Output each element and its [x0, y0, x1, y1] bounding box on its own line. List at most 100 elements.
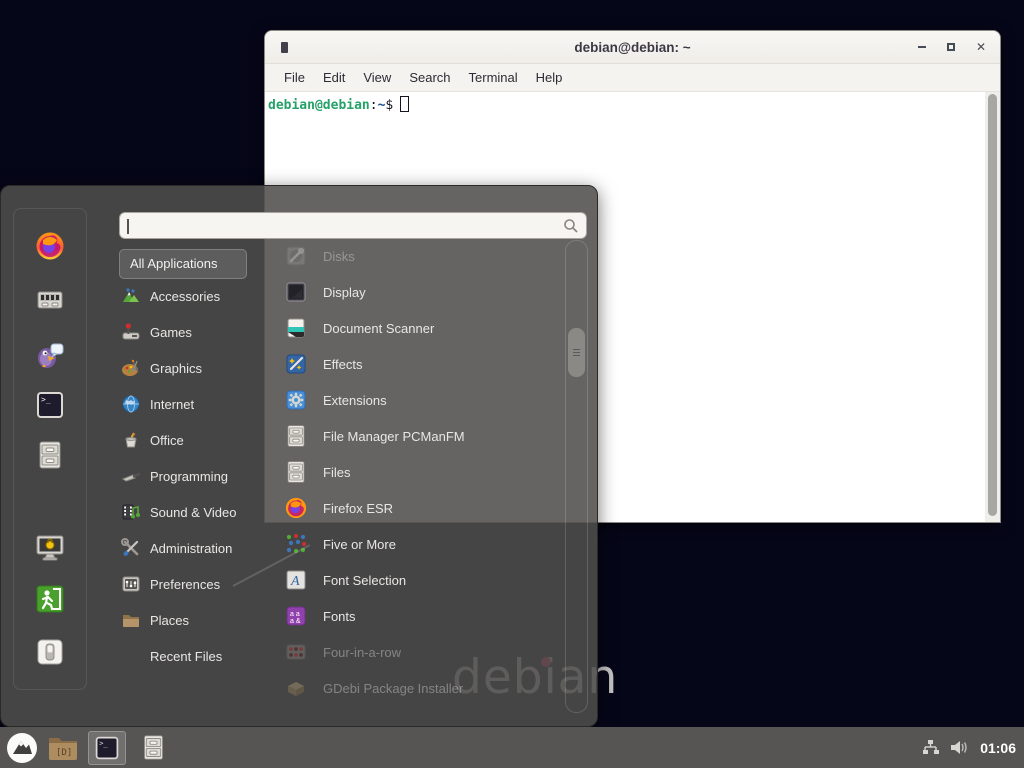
firefox-icon[interactable]	[34, 230, 66, 267]
category-games[interactable]: Games	[119, 314, 283, 350]
terminal-task[interactable]: >_	[88, 731, 126, 765]
app-label: Firefox ESR	[323, 501, 393, 516]
category-label: Internet	[150, 397, 194, 412]
svg-text:>_: >_	[99, 739, 108, 747]
administration-icon	[121, 538, 141, 558]
app-files[interactable]: Files	[284, 454, 556, 490]
app-label: File Manager PCManFM	[323, 429, 465, 444]
menu-help[interactable]: Help	[527, 70, 572, 85]
menu-file[interactable]: File	[275, 70, 314, 85]
document-scanner-icon	[284, 316, 308, 340]
menu-terminal[interactable]: Terminal	[460, 70, 527, 85]
category-administration[interactable]: Administration	[119, 530, 283, 566]
app-document-scanner[interactable]: Document Scanner	[284, 310, 556, 346]
menu-view[interactable]: View	[354, 70, 400, 85]
mixer-icon[interactable]	[35, 285, 65, 320]
svg-text:[D]: [D]	[56, 748, 72, 758]
category-label: Graphics	[150, 361, 202, 376]
category-recent-files[interactable]: Recent Files	[119, 638, 283, 674]
category-label: Places	[150, 613, 189, 628]
terminal-window-title: debian@debian: ~	[265, 40, 1000, 55]
games-icon	[121, 322, 141, 342]
programming-icon	[121, 466, 141, 486]
terminal-scrollbar[interactable]	[985, 92, 1000, 522]
terminal-icon[interactable]: >_	[35, 390, 65, 425]
search-box	[119, 212, 587, 239]
menu-scrollbar-track[interactable]	[565, 240, 588, 713]
category-places[interactable]: Places	[119, 602, 283, 638]
app-label: Files	[323, 465, 350, 480]
app-firefox-esr[interactable]: Firefox ESR	[284, 490, 556, 526]
file-cabinet-icon[interactable]	[35, 440, 65, 475]
file-cabinet-icon	[284, 460, 308, 484]
files-folder-launcher[interactable]: [D]	[47, 735, 79, 761]
category-graphics[interactable]: Graphics	[119, 350, 283, 386]
preferences-icon	[121, 574, 141, 594]
shutdown-icon[interactable]	[35, 637, 65, 672]
prompt-colon: :	[370, 98, 378, 113]
svg-text:a &: a &	[290, 618, 301, 625]
app-file-manager-pcmanfm[interactable]: File Manager PCManFM	[284, 418, 556, 454]
app-label: Extensions	[323, 393, 387, 408]
category-internet[interactable]: Internet	[119, 386, 283, 422]
app-effects[interactable]: Effects	[284, 346, 556, 382]
terminal-titlebar[interactable]: debian@debian: ~ ✕	[265, 31, 1000, 64]
app-disks[interactable]: Disks	[284, 238, 556, 274]
app-four-in-a-row[interactable]: Four-in-a-row	[284, 634, 556, 670]
app-label: Display	[323, 285, 366, 300]
category-programming[interactable]: Programming	[119, 458, 283, 494]
app-font-selection[interactable]: A Font Selection	[284, 562, 556, 598]
lock-screen-icon[interactable]	[34, 532, 66, 569]
app-label: Effects	[323, 357, 363, 372]
menu-button[interactable]	[6, 732, 38, 764]
close-button[interactable]: ✕	[976, 42, 986, 52]
application-list: Disks Display Document Scanner	[284, 238, 556, 706]
category-sound-video[interactable]: Sound & Video	[119, 494, 283, 530]
prompt-user-host: debian@debian	[268, 98, 370, 113]
display-icon	[284, 280, 308, 304]
gdebi-icon	[284, 676, 308, 700]
network-icon[interactable]	[922, 739, 939, 756]
menu-scrollbar-thumb[interactable]	[568, 328, 585, 377]
menu-edit[interactable]: Edit	[314, 70, 354, 85]
four-in-a-row-icon	[284, 640, 308, 664]
app-five-or-more[interactable]: Five or More	[284, 526, 556, 562]
empty-icon-spacer	[121, 646, 141, 666]
taskbar-clock[interactable]: 01:06	[980, 740, 1016, 756]
places-icon	[121, 610, 141, 630]
category-accessories[interactable]: Accessories	[119, 278, 283, 314]
prompt-symbol: $	[385, 98, 393, 113]
app-label: Document Scanner	[323, 321, 434, 336]
firefox-icon	[284, 496, 308, 520]
extensions-icon	[284, 388, 308, 412]
search-icon	[563, 218, 579, 239]
maximize-button[interactable]	[947, 43, 955, 51]
app-extensions[interactable]: Extensions	[284, 382, 556, 418]
office-icon	[121, 430, 141, 450]
category-label: Preferences	[150, 577, 220, 592]
file-manager-task[interactable]	[140, 734, 167, 761]
menu-search[interactable]: Search	[400, 70, 459, 85]
svg-text:>_: >_	[41, 395, 51, 404]
volume-icon[interactable]	[950, 739, 969, 756]
app-label: Disks	[323, 249, 355, 264]
app-label: Four-in-a-row	[323, 645, 401, 660]
category-office[interactable]: Office	[119, 422, 283, 458]
sound-video-icon	[121, 502, 141, 522]
terminal-menubar: File Edit View Search Terminal Help	[265, 64, 1000, 92]
minimize-button[interactable]	[918, 46, 926, 48]
file-cabinet-icon	[284, 424, 308, 448]
app-display[interactable]: Display	[284, 274, 556, 310]
app-gdebi-package-installer[interactable]: GDebi Package Installer	[284, 670, 556, 706]
taskbar: [D] >_	[0, 727, 1024, 768]
all-applications-button[interactable]: All Applications	[119, 249, 247, 279]
terminal-window-icon	[281, 42, 288, 53]
disks-icon	[284, 244, 308, 268]
search-input[interactable]	[128, 215, 558, 236]
fonts-icon: a a a &	[284, 604, 308, 628]
app-fonts[interactable]: a a a & Fonts	[284, 598, 556, 634]
logout-icon[interactable]	[35, 584, 65, 619]
effects-icon	[284, 352, 308, 376]
pidgin-icon[interactable]	[34, 338, 66, 375]
terminal-scrollbar-thumb[interactable]	[988, 94, 997, 516]
